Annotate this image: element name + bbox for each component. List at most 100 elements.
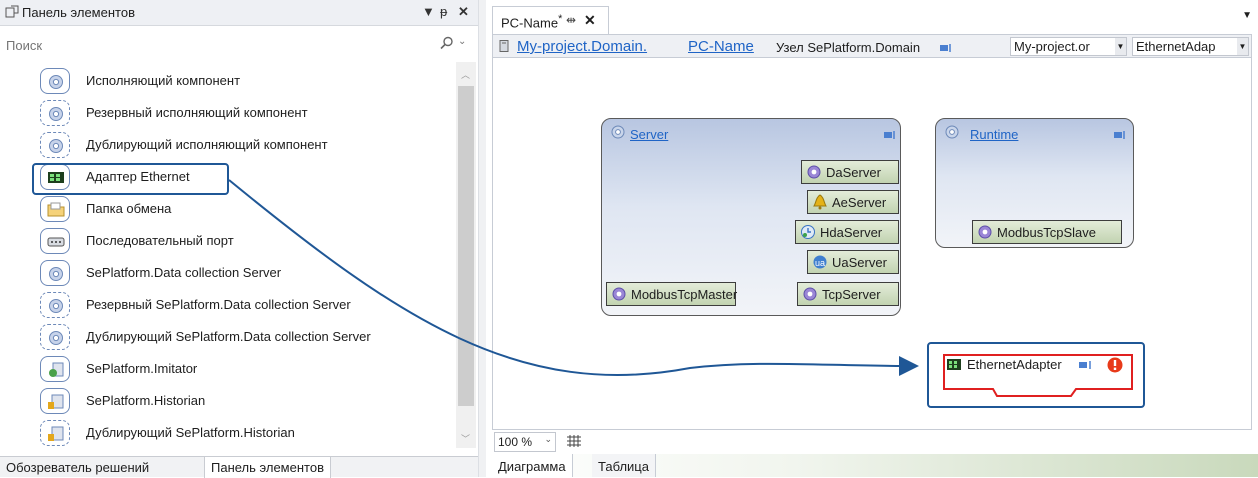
collapse-icon[interactable] — [1114, 128, 1126, 143]
pin-icon[interactable]: ⇹ — [566, 13, 576, 27]
runtime-node[interactable]: Runtime ModbusTcpSlave — [935, 118, 1134, 248]
chip-label: TcpServer — [822, 287, 881, 302]
collapse-icon[interactable] — [940, 41, 952, 56]
gear-icon — [944, 124, 960, 143]
panel-menu-dropdown-icon[interactable]: ▼ — [422, 4, 435, 19]
zoom-value: 100 % — [498, 435, 533, 449]
toolbox-panel: Панель элементов ▼ ᵽ ✕ ⌄ Исполняющий ком… — [0, 0, 478, 478]
tab-title: PC-Name — [501, 15, 559, 31]
toolbox-item-label: SePlatform.Imitator — [86, 361, 198, 376]
tab-solution-explorer[interactable]: Обозреватель решений — [0, 457, 155, 478]
zoom-select[interactable]: 100 % ⌄ — [494, 432, 556, 452]
project-select[interactable]: My-project.or ▼ — [1010, 37, 1127, 56]
toolbox-item[interactable]: Исполняющий компонент — [0, 66, 450, 96]
toolbox-item-label: Резервный SePlatform.Data collection Ser… — [86, 297, 351, 312]
toolbox-item-label: Дублирующий исполняющий компонент — [86, 137, 328, 152]
scroll-up-icon[interactable]: ︿ — [461, 68, 470, 81]
pin-icon[interactable]: ᵽ — [440, 4, 447, 19]
gear-icon — [807, 165, 821, 179]
document-menu-icon[interactable]: ▼ — [1242, 10, 1252, 21]
scrollbar[interactable]: ︿ ﹀ — [456, 62, 476, 448]
gear-icon — [803, 287, 817, 301]
toolbox-item-label: Резервный исполняющий компонент — [86, 105, 308, 120]
toolbox-item[interactable]: SePlatform.Data collection Server — [0, 258, 450, 288]
serial-port-icon — [40, 228, 70, 254]
panel-tabs: Обозреватель решений Панель элементов — [0, 456, 478, 478]
toolbox-title: Панель элементов — [22, 5, 135, 20]
toolbox-item-label: Папка обмена — [86, 201, 172, 216]
collapse-icon[interactable] — [884, 128, 896, 143]
imitator-icon — [40, 356, 70, 382]
toolbox-item[interactable]: Папка обмена — [0, 194, 450, 224]
chip-label: UaServer — [832, 255, 887, 270]
modbus-tcp-master-chip[interactable]: ModbusTcpMaster — [606, 282, 738, 306]
ua-icon: ua — [813, 255, 827, 269]
toolbox-item[interactable]: Дублирующий SePlatform.Historian — [0, 418, 450, 448]
view-tabs: Диаграмма Таблица — [486, 454, 1258, 477]
scrollbar-thumb[interactable] — [458, 86, 474, 406]
chevron-down-icon[interactable]: ⌄ — [544, 434, 552, 445]
breadcrumb: My-project.Domain. PC-Name Узел SePlatfo… — [492, 34, 1252, 58]
gear-icon — [40, 292, 70, 318]
diagram-canvas[interactable]: Server DaServer AeServer HdaServer ua Ua… — [492, 58, 1252, 430]
highlight-frame — [32, 163, 229, 195]
chip-label: ModbusTcpSlave — [997, 225, 1096, 240]
toolbox-item[interactable]: Резервный SePlatform.Data collection Ser… — [0, 290, 450, 320]
toolbox-title-bar: Панель элементов ▼ ᵽ ✕ — [0, 0, 478, 26]
close-icon[interactable]: ✕ — [458, 4, 469, 20]
document-tab[interactable]: PC-Name* ⇹ ✕ — [492, 6, 609, 34]
toolbox-item-label: Исполняющий компонент — [86, 73, 241, 88]
tab-diagram[interactable]: Диаграмма — [492, 454, 573, 477]
tcp-server-chip[interactable]: TcpServer — [797, 282, 899, 306]
history-icon — [801, 225, 815, 239]
gear-icon — [40, 260, 70, 286]
modbus-tcp-slave-chip[interactable]: ModbusTcpSlave — [972, 220, 1122, 244]
database-icon — [40, 388, 70, 414]
chip-label: HdaServer — [820, 225, 883, 240]
database-icon — [40, 420, 70, 446]
chevron-down-icon[interactable]: ▼ — [1115, 38, 1126, 55]
bell-icon — [813, 194, 827, 210]
chip-label: ModbusTcpMaster — [631, 287, 738, 302]
server-title[interactable]: Server — [630, 127, 668, 142]
runtime-title[interactable]: Runtime — [970, 127, 1018, 142]
search-box[interactable]: ⌄ — [0, 34, 470, 56]
server-node[interactable]: Server DaServer AeServer HdaServer ua Ua… — [601, 118, 901, 316]
chip-label: AeServer — [832, 195, 887, 210]
toolbox-item[interactable]: Дублирующий SePlatform.Data collection S… — [0, 322, 450, 352]
toolbox-item-label: SePlatform.Data collection Server — [86, 265, 282, 280]
panel-splitter[interactable] — [478, 0, 486, 477]
breadcrumb-link-pc[interactable]: PC-Name — [688, 38, 754, 55]
toolbox-item[interactable]: Резервный исполняющий компонент — [0, 98, 450, 128]
chevron-down-icon[interactable]: ⌄ — [458, 36, 466, 47]
grid-icon[interactable] — [566, 434, 582, 451]
tab-toolbox[interactable]: Панель элементов — [204, 457, 331, 478]
search-icon[interactable] — [440, 36, 454, 53]
toolbox-item[interactable]: Дублирующий исполняющий компонент — [0, 130, 450, 160]
tab-table[interactable]: Таблица — [592, 454, 656, 477]
ua-server-chip[interactable]: ua UaServer — [807, 250, 899, 274]
gear-icon — [40, 324, 70, 350]
toolbox-item[interactable]: SePlatform.Imitator — [0, 354, 450, 384]
adapter-select[interactable]: EthernetAdap ▼ — [1132, 37, 1249, 56]
project-select-value: My-project.or — [1014, 39, 1090, 54]
adapter-select-value: EthernetAdap — [1136, 39, 1216, 54]
toolbox-item-label: SePlatform.Historian — [86, 393, 206, 408]
search-input[interactable] — [0, 34, 440, 56]
toolbox-item[interactable]: Последовательный порт — [0, 226, 450, 256]
da-server-chip[interactable]: DaServer — [801, 160, 899, 184]
ae-server-chip[interactable]: AeServer — [807, 190, 899, 214]
node-type-label: Узел SePlatform.Domain — [776, 40, 921, 55]
document-tab-label: PC-Name* — [501, 13, 562, 30]
close-icon[interactable]: ✕ — [584, 12, 596, 29]
toolbox-item[interactable]: SePlatform.Historian — [0, 386, 450, 416]
hda-server-chip[interactable]: HdaServer — [795, 220, 899, 244]
scroll-down-icon[interactable]: ﹀ — [461, 432, 470, 445]
chip-label: DaServer — [826, 165, 881, 180]
toolbox-icon — [5, 5, 19, 22]
gear-icon — [40, 100, 70, 126]
document-area: PC-Name* ⇹ ✕ ▼ My-project.Domain. PC-Nam… — [486, 0, 1258, 477]
chevron-down-icon[interactable]: ▼ — [1237, 38, 1248, 55]
breadcrumb-link-domain[interactable]: My-project.Domain. — [517, 38, 647, 55]
gear-icon — [40, 68, 70, 94]
